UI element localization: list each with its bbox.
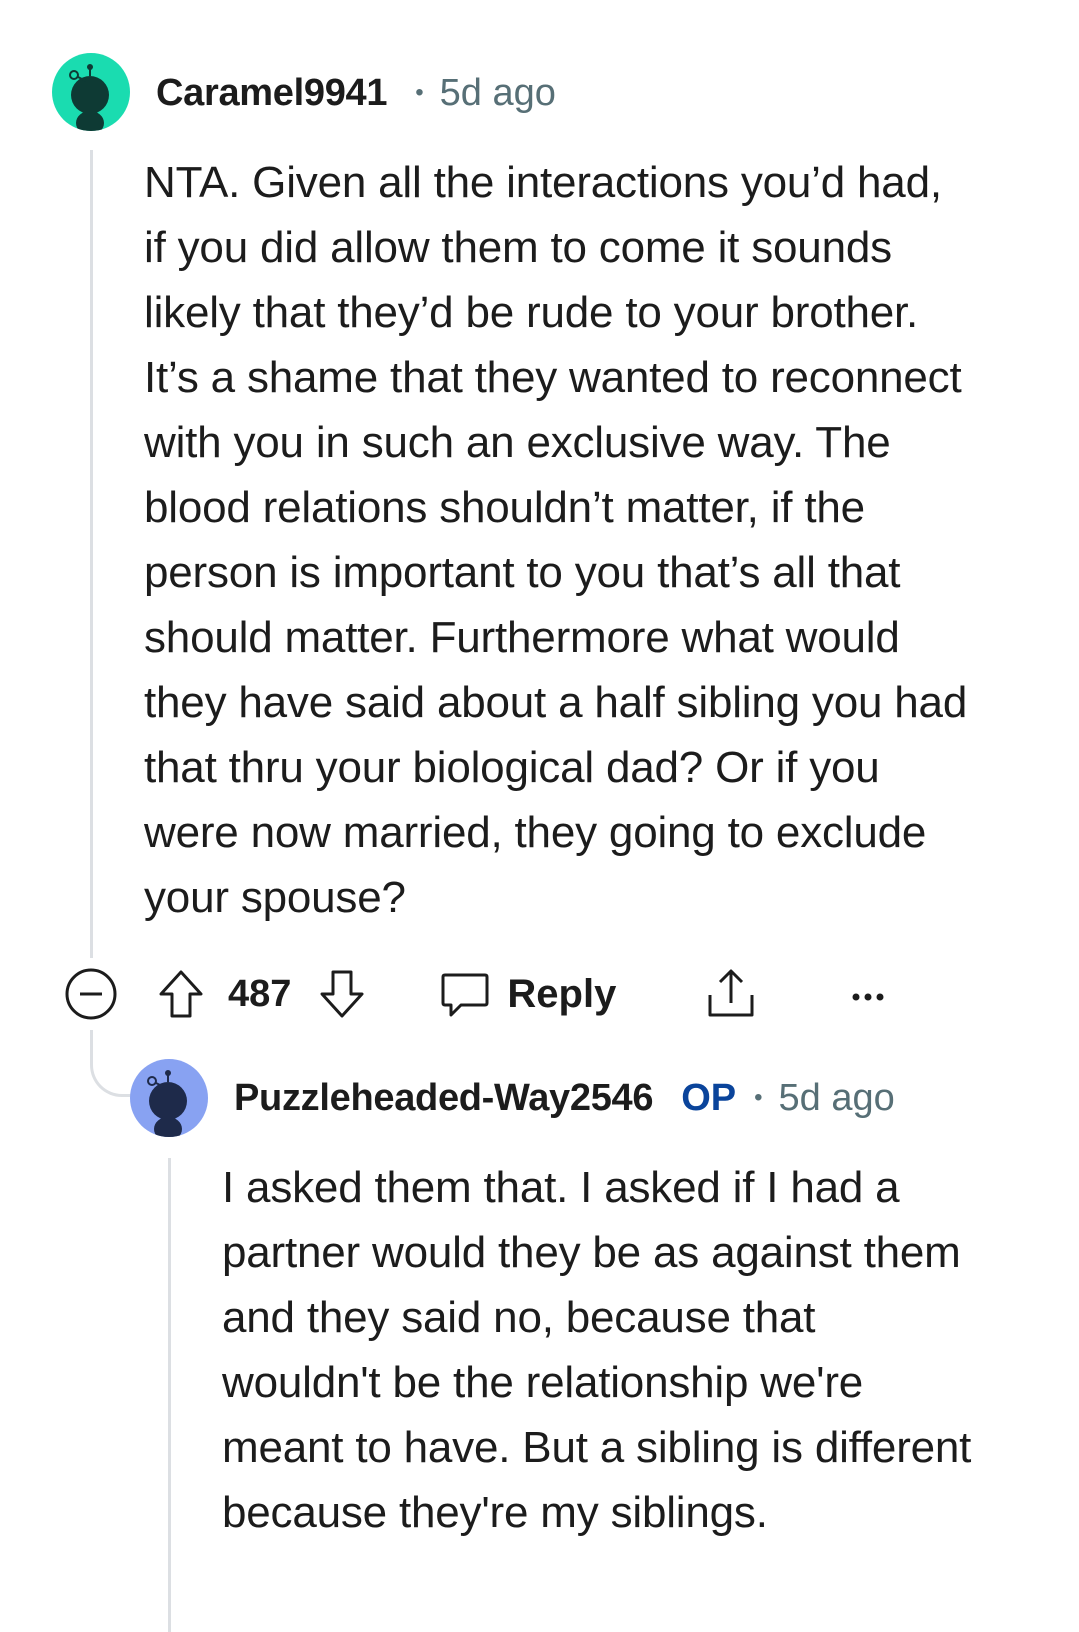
op-badge: OP <box>681 1076 737 1119</box>
snoo-avatar-icon <box>147 1070 187 1137</box>
timestamp[interactable]: 5d ago <box>779 1077 895 1120</box>
thread-connector <box>90 1030 135 1097</box>
comment-body: NTA. Given all the interactions you’d ha… <box>144 158 968 922</box>
username[interactable]: Puzzleheaded-Way2546 <box>234 1077 654 1120</box>
avatar[interactable] <box>130 1059 208 1137</box>
comment-action-bar: 487 Reply <box>64 963 888 1025</box>
thread-line-top <box>90 150 93 958</box>
username[interactable]: Caramel9941 <box>156 72 388 115</box>
separator-dot: • <box>415 79 424 106</box>
comment-meta: Puzzleheaded-Way2546 OP • 5d ago <box>234 1075 895 1121</box>
vote-score: 487 <box>228 972 292 1015</box>
speech-bubble-icon <box>439 967 491 1021</box>
comment-meta: Caramel9941 • 5d ago <box>156 70 556 116</box>
downvote-arrow-icon[interactable] <box>317 967 367 1021</box>
avatar[interactable] <box>52 53 130 131</box>
upvote-arrow-icon[interactable] <box>156 967 206 1021</box>
comment-body: I asked them that. I asked if I had a pa… <box>222 1163 972 1537</box>
separator-dot: • <box>754 1084 763 1111</box>
timestamp[interactable]: 5d ago <box>440 72 556 115</box>
reply-label: Reply <box>507 971 617 1016</box>
snoo-avatar-icon <box>69 64 109 131</box>
minus-circle-icon[interactable] <box>64 967 118 1021</box>
thread-line-reply <box>168 1158 171 1632</box>
reply-button[interactable]: Reply <box>439 967 616 1021</box>
share-icon[interactable] <box>704 965 758 1023</box>
ellipsis-icon[interactable] <box>848 967 888 1021</box>
